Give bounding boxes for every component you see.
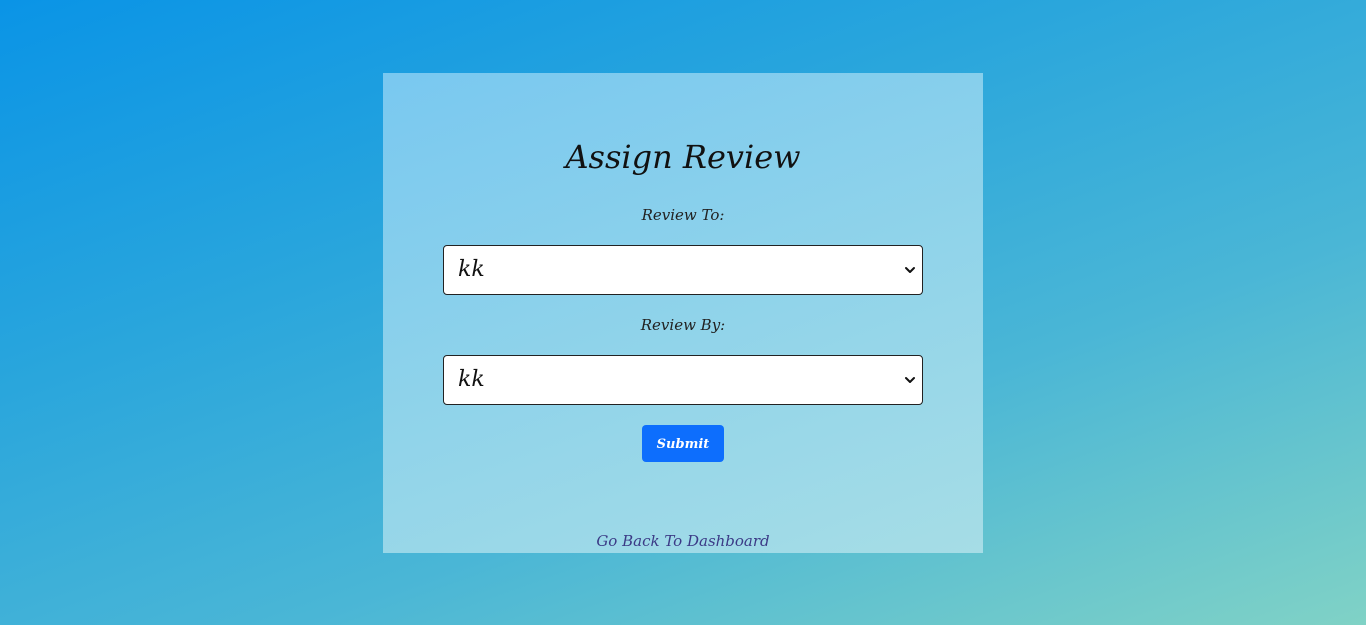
review-by-label: Review By:: [640, 316, 726, 334]
review-by-selected-value: kk: [458, 367, 485, 392]
review-to-selected-value: kk: [458, 257, 485, 282]
submit-button[interactable]: Submit: [642, 425, 724, 462]
go-back-dashboard-link[interactable]: Go Back To Dashboard: [383, 531, 983, 551]
review-by-select[interactable]: kk: [443, 355, 923, 405]
page-title: Assign Review: [565, 138, 801, 176]
review-to-label: Review To:: [641, 206, 725, 224]
chevron-down-icon: [905, 267, 915, 273]
assign-review-card: Assign Review Review To: kk Review By: k…: [383, 73, 983, 553]
review-to-select[interactable]: kk: [443, 245, 923, 295]
chevron-down-icon: [905, 377, 915, 383]
